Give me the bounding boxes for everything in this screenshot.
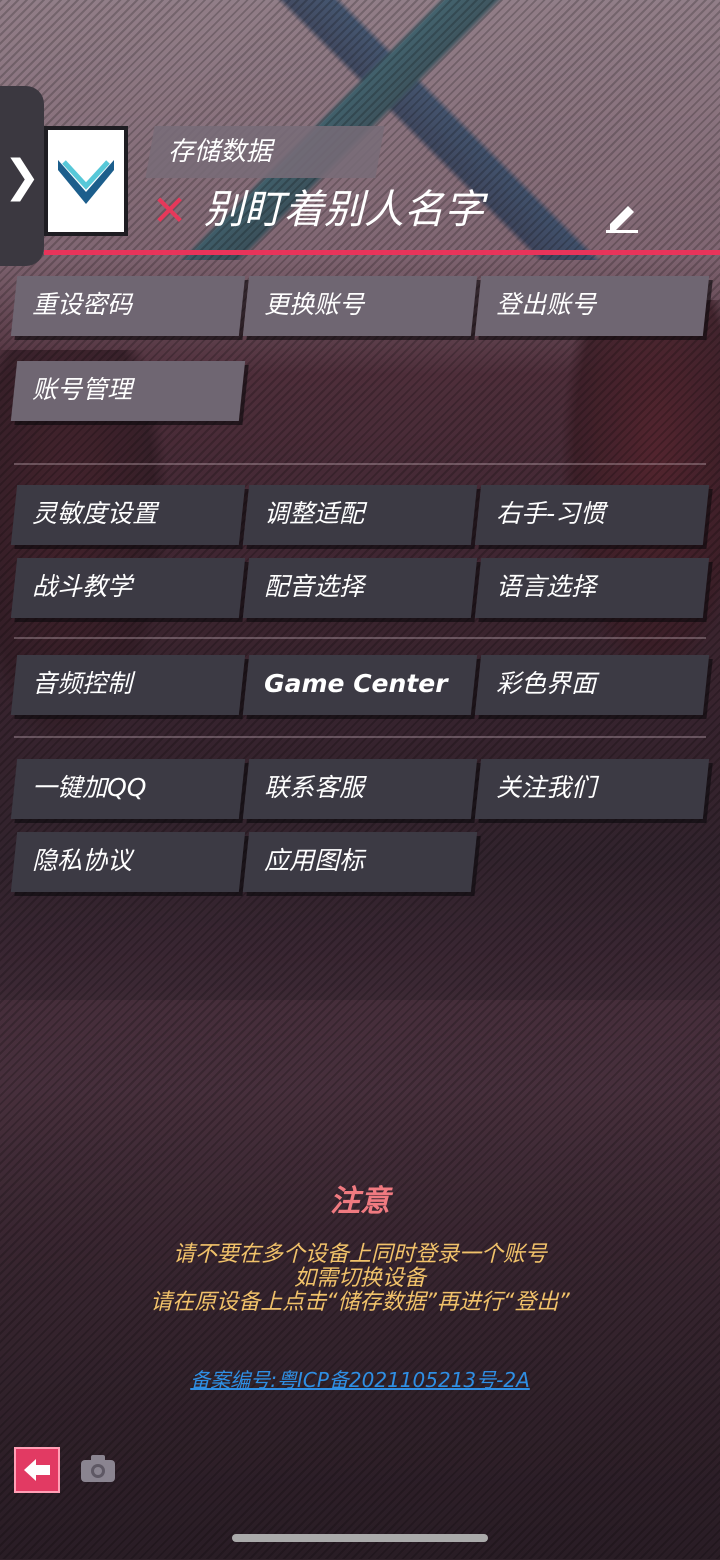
- arrow-left-icon: [24, 1459, 50, 1481]
- chevron-logo-icon: [58, 160, 114, 204]
- language-select-button[interactable]: 语言选择: [474, 558, 710, 618]
- handedness-button[interactable]: 右手-习惯: [474, 485, 710, 545]
- camera-icon[interactable]: [80, 1454, 116, 1484]
- sensitivity-settings-button[interactable]: 灵敏度设置: [10, 485, 246, 545]
- avatar[interactable]: [44, 126, 128, 236]
- account-management-button[interactable]: 账号管理: [10, 361, 246, 421]
- game-center-button[interactable]: Game Center: [242, 655, 478, 715]
- close-icon: ✕: [152, 186, 188, 235]
- privacy-policy-button[interactable]: 隐私协议: [10, 832, 246, 892]
- edit-pencil-icon[interactable]: [604, 198, 640, 234]
- chevron-right-icon: ❯: [3, 150, 41, 202]
- audio-control-button[interactable]: 音频控制: [10, 655, 246, 715]
- divider: [14, 463, 706, 465]
- divider: [14, 637, 706, 639]
- app-icon-button[interactable]: 应用图标: [242, 832, 478, 892]
- divider: [14, 736, 706, 738]
- voice-select-button[interactable]: 配音选择: [242, 558, 478, 618]
- home-indicator: [232, 1534, 488, 1542]
- header-accent-line: [44, 250, 720, 255]
- reset-password-button[interactable]: 重设密码: [10, 276, 246, 336]
- switch-account-button[interactable]: 更换账号: [242, 276, 478, 336]
- adjust-layout-button[interactable]: 调整适配: [242, 485, 478, 545]
- back-button[interactable]: [14, 1447, 60, 1493]
- username: 别盯着别人名字: [204, 187, 484, 233]
- join-qq-button[interactable]: 一键加QQ: [10, 759, 246, 819]
- follow-us-button[interactable]: 关注我们: [474, 759, 710, 819]
- notice-title: 注意: [330, 1184, 390, 1219]
- logout-button[interactable]: 登出账号: [474, 276, 710, 336]
- combat-tutorial-button[interactable]: 战斗教学: [10, 558, 246, 618]
- store-data-label: 存储数据: [145, 126, 385, 178]
- notice-line: 请在原设备上点击“储存数据”再进行“登出”: [150, 1290, 570, 1315]
- contact-support-button[interactable]: 联系客服: [242, 759, 478, 819]
- icp-link[interactable]: 备案编号:粤ICP备2021105213号-2A: [0, 1364, 720, 1393]
- side-drawer-toggle[interactable]: ❯: [0, 86, 44, 266]
- color-ui-button[interactable]: 彩色界面: [474, 655, 710, 715]
